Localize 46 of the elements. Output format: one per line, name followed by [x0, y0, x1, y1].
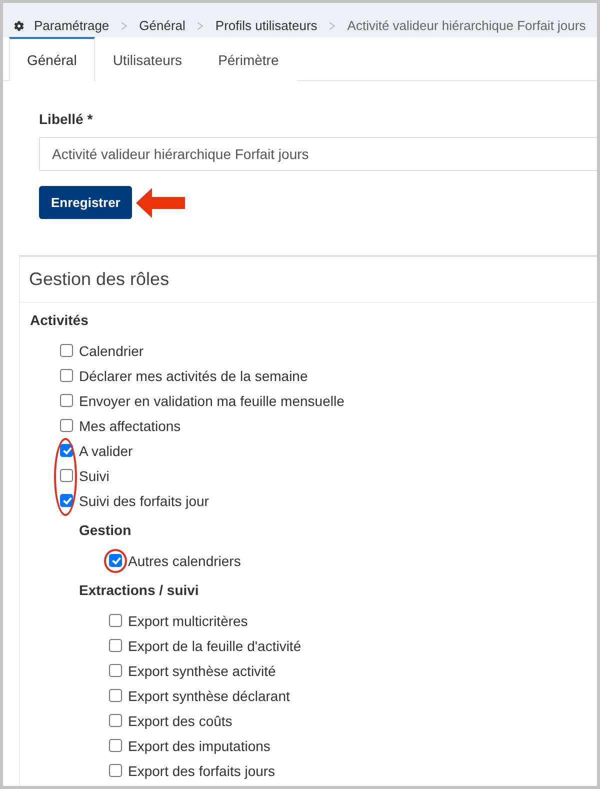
checkbox[interactable]: [60, 469, 73, 482]
checkbox[interactable]: [60, 444, 73, 457]
checkbox-label: Suivi des forfaits jour: [79, 492, 209, 508]
checkbox-label: Export multicritères: [128, 612, 248, 628]
chevron-icon: [329, 22, 336, 30]
breadcrumb-link[interactable]: Profils utilisateurs: [215, 18, 318, 34]
checkbox-label: Export des forfaits jours: [128, 762, 276, 778]
checkbox[interactable]: [60, 419, 73, 432]
group-heading: Extractions / suivi: [79, 581, 200, 600]
checkbox-label: Déclarer mes activités de la semaine: [79, 368, 308, 384]
checkbox[interactable]: [109, 689, 122, 702]
checkbox-label: Export des imputations: [128, 738, 270, 754]
checkbox[interactable]: [60, 369, 73, 382]
checkbox-label: Mes affectations: [79, 418, 181, 434]
breadcrumb-current: Activité valideur hiérarchique Forfait jours: [347, 18, 586, 34]
checkbox[interactable]: [109, 664, 122, 677]
chevron-icon: [197, 22, 204, 30]
checkbox[interactable]: [109, 739, 122, 752]
group-heading: Gestion: [79, 521, 132, 540]
breadcrumb-link[interactable]: Paramétrage: [34, 18, 110, 34]
group-heading: Activités: [30, 311, 90, 330]
field-label: Libellé *: [39, 110, 94, 129]
checkbox-label: Export synthèse déclarant: [128, 688, 290, 704]
checkbox[interactable]: [109, 764, 122, 777]
checkbox[interactable]: [109, 554, 122, 567]
checkbox[interactable]: [60, 494, 73, 507]
panel-title: Gestion des rôles: [20, 257, 597, 303]
checkbox[interactable]: [60, 394, 73, 407]
chevron-icon: [121, 22, 128, 30]
checkbox[interactable]: [109, 714, 122, 727]
checkbox-label: Export des coûts: [128, 712, 232, 728]
checkbox[interactable]: [60, 344, 73, 357]
tab[interactable]: Général: [9, 37, 95, 81]
checkbox[interactable]: [109, 639, 122, 652]
save-button[interactable]: Enregistrer: [39, 186, 132, 219]
checkbox-label: Export de la feuille d'activité: [128, 638, 302, 654]
checkbox-label: A valider: [79, 442, 133, 458]
checkbox-label: Autres calendriers: [128, 552, 241, 568]
checkbox-label: Calendrier: [79, 342, 144, 358]
text-field[interactable]: Activité valideur hiérarchique Forfait jours: [39, 137, 597, 171]
checkbox-label: Export synthèse activité: [128, 662, 276, 678]
checkbox[interactable]: [109, 614, 122, 627]
settings-icon: [14, 21, 24, 31]
breadcrumb-link[interactable]: Général: [139, 18, 186, 34]
checkbox-label: Envoyer en validation ma feuille mensuelle: [79, 392, 344, 408]
checkbox-label: Suivi: [79, 468, 110, 484]
